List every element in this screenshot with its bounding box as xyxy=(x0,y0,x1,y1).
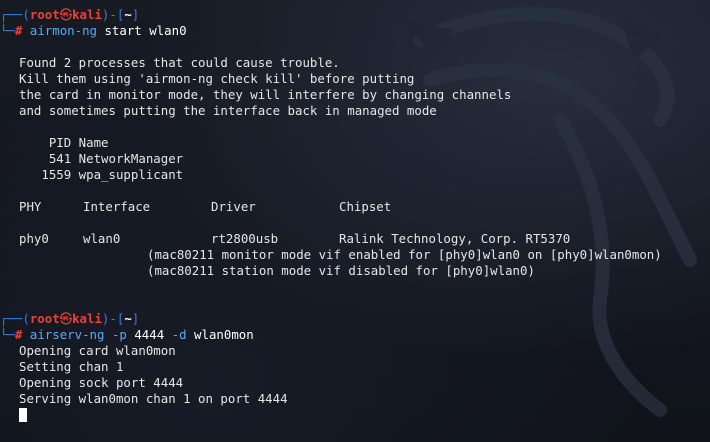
text-cursor xyxy=(19,407,27,422)
skull-icon: ㉿ xyxy=(59,7,73,22)
output-line: Opening card wlan0mon xyxy=(19,343,176,358)
prompt-user: root xyxy=(29,311,60,326)
prompt-line-command: └─# airmon-ng start wlan0 xyxy=(0,23,187,38)
prompt-hash: # xyxy=(14,327,23,342)
cell-chipset: Ralink Technology, Corp. RT5370 xyxy=(339,231,571,246)
command-iface: wlan0mon xyxy=(194,327,254,342)
prompt-dir: ~ xyxy=(124,7,132,22)
prompt-line-top: ┌──(root㉿kali)-[~] xyxy=(0,311,140,326)
output-line: the card in monitor mode, they will inte… xyxy=(19,87,512,102)
header-chipset: Chipset xyxy=(339,199,392,214)
prompt-host: kali xyxy=(72,7,102,22)
process-row: 1559 wpa_supplicant xyxy=(19,167,184,182)
interface-table-header: PHY Interface Driver Chipset xyxy=(0,199,710,215)
process-table-header: PID Name xyxy=(19,135,109,150)
cell-phy: phy0 xyxy=(19,231,49,246)
command-name: airmon-ng xyxy=(29,23,97,38)
output-line: and sometimes putting the interface back… xyxy=(19,103,437,118)
cell-driver: rt2800usb xyxy=(211,231,279,246)
header-driver: Driver xyxy=(211,199,256,214)
process-row: 541 NetworkManager xyxy=(19,151,184,166)
command-args: start wlan0 xyxy=(104,23,187,38)
output-line: Opening sock port 4444 xyxy=(19,375,184,390)
header-phy: PHY xyxy=(19,199,42,214)
output-line: Setting chan 1 xyxy=(19,359,124,374)
output-line: Found 2 processes that could cause troub… xyxy=(19,55,340,70)
prompt-line-top: ┌──(root㉿kali)-[~] xyxy=(0,7,140,22)
prompt-dir: ~ xyxy=(124,311,132,326)
prompt-user: root xyxy=(29,7,60,22)
command-port: 4444 xyxy=(134,327,165,342)
header-interface: Interface xyxy=(83,199,151,214)
interface-row: phy0 wlan0 rt2800usb Ralink Technology, Cor… xyxy=(0,231,710,247)
output-line: Kill them using 'airmon-ng check kill' b… xyxy=(19,71,415,86)
prompt-line-command: └─# airserv-ng -p 4444 -d wlan0mon xyxy=(0,327,254,342)
note-line: (mac80211 monitor mode vif enabled for [… xyxy=(147,247,662,262)
command-name: airserv-ng xyxy=(29,327,105,342)
cell-interface: wlan0 xyxy=(83,231,121,246)
prompt-hash: # xyxy=(14,23,23,38)
cursor-line[interactable] xyxy=(0,407,710,423)
command-flag-p: -p xyxy=(111,327,127,342)
command-flag-d: -d xyxy=(171,327,187,342)
skull-icon: ㉿ xyxy=(59,311,73,326)
prompt-host: kali xyxy=(72,311,102,326)
output-line: Serving wlan0mon chan 1 on port 4444 xyxy=(19,391,288,406)
terminal-window[interactable]: ┌──(root㉿kali)-[~] └─# airmon-ng start w… xyxy=(0,0,710,442)
note-line: (mac80211 station mode vif disabled for … xyxy=(147,263,535,278)
